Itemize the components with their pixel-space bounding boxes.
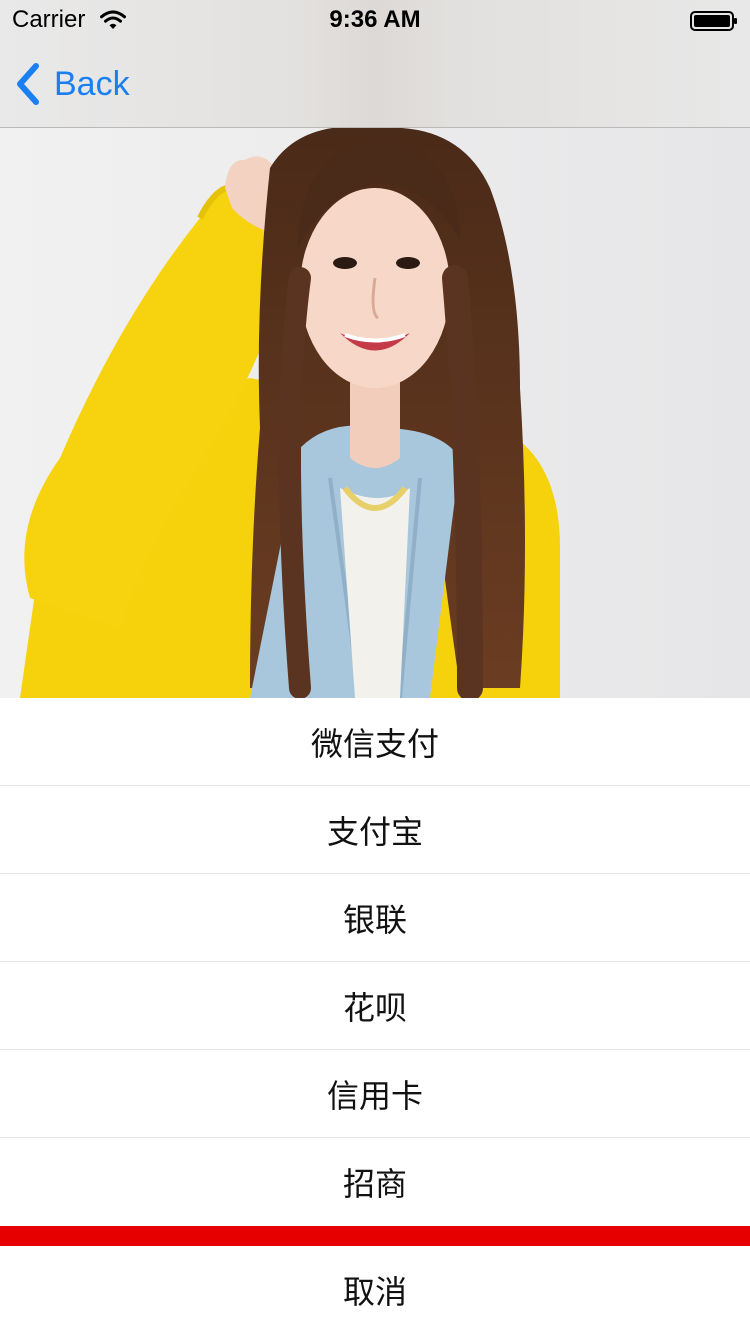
status-bar: Carrier 9:36 AM <box>0 0 750 40</box>
photo-illustration <box>0 128 750 698</box>
cancel-separator <box>0 1226 750 1246</box>
action-sheet: 微信支付 支付宝 银联 花呗 信用卡 招商 取消 <box>0 698 750 1334</box>
back-button[interactable]: Back <box>14 60 130 108</box>
header-photo <box>0 128 750 698</box>
option-unionpay[interactable]: 银联 <box>0 874 750 962</box>
option-credit-card[interactable]: 信用卡 <box>0 1050 750 1138</box>
battery-icon <box>690 11 737 31</box>
navigation-bar: Back <box>0 40 750 128</box>
option-wechat-pay[interactable]: 微信支付 <box>0 698 750 786</box>
cancel-button[interactable]: 取消 <box>0 1246 750 1334</box>
option-cmb[interactable]: 招商 <box>0 1138 750 1226</box>
chevron-left-icon <box>17 63 39 105</box>
screen: Carrier 9:36 AM Back 微信支付 支付宝 银联 花呗 信用卡 … <box>0 0 750 1334</box>
top-bar: Carrier 9:36 AM Back <box>0 0 750 128</box>
option-alipay[interactable]: 支付宝 <box>0 786 750 874</box>
back-label: Back <box>54 64 130 103</box>
clock: 9:36 AM <box>329 6 421 33</box>
option-huabei[interactable]: 花呗 <box>0 962 750 1050</box>
